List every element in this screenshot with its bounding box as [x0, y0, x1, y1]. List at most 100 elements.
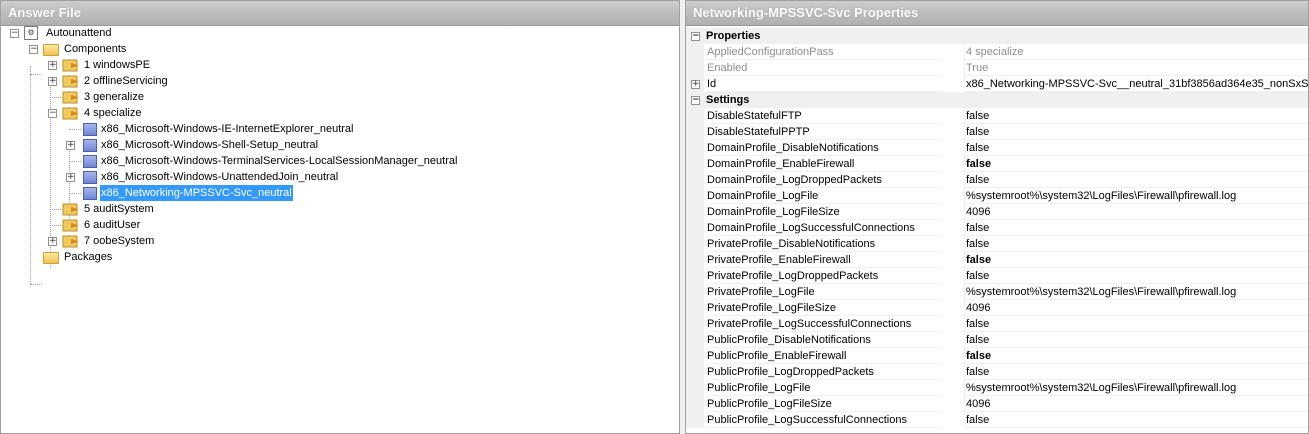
property-value[interactable]: false	[964, 172, 1308, 188]
row-gutter	[686, 396, 704, 412]
property-value[interactable]: x86_Networking-MPSSVC-Svc__neutral_31bf3…	[964, 76, 1308, 92]
tree-node-root[interactable]: − ⚙ Autounattend	[1, 25, 201, 41]
property-name: DomainProfile_DisableNotifications	[706, 140, 943, 156]
collapse-icon[interactable]: −	[691, 96, 700, 105]
property-row[interactable]: DisableStatefulPPTP false	[686, 124, 1308, 140]
property-row[interactable]: DomainProfile_DisableNotifications false	[686, 140, 1308, 156]
property-value[interactable]: false	[964, 236, 1308, 252]
tree-node-pass[interactable]: + 1 windowsPE	[1, 57, 251, 73]
category-label: Settings	[706, 94, 750, 106]
property-row[interactable]: AppliedConfigurationPass 4 specialize	[686, 44, 1308, 60]
row-gutter	[686, 316, 704, 332]
property-row[interactable]: PrivateProfile_DisableNotifications false	[686, 236, 1308, 252]
property-value[interactable]: false	[964, 316, 1308, 332]
tree-connector	[50, 97, 61, 98]
property-value[interactable]: %systemroot%\system32\LogFiles\Firewall\…	[964, 188, 1308, 204]
property-row[interactable]: PublicProfile_LogDroppedPackets false	[686, 364, 1308, 380]
property-value[interactable]: false	[964, 364, 1308, 380]
property-value[interactable]: 4096	[964, 300, 1308, 316]
component-icon	[83, 187, 97, 200]
tree-node-component[interactable]: + x86_Microsoft-Windows-UnattendedJoin_n…	[1, 169, 401, 185]
tree-node-label: 5 auditSystem	[84, 203, 154, 215]
properties-header: Networking-MPSSVC-Svc Properties	[686, 1, 1308, 26]
property-value[interactable]: false	[964, 412, 1308, 428]
property-value[interactable]: false	[964, 268, 1308, 284]
tree-node-packages[interactable]: Packages	[1, 249, 201, 265]
tree-connector	[30, 284, 42, 285]
tree-connector	[50, 225, 61, 226]
property-value[interactable]: false	[964, 156, 1308, 172]
tree-node-pass[interactable]: 5 auditSystem	[1, 201, 251, 217]
property-value[interactable]: 4096	[964, 396, 1308, 412]
tree-node-pass[interactable]: − 4 specialize	[1, 105, 251, 121]
property-row[interactable]: PrivateProfile_LogDroppedPackets false	[686, 268, 1308, 284]
answer-file-pane: Answer File − ⚙ Autounattend − Component…	[0, 0, 680, 434]
expand-icon[interactable]: +	[48, 61, 57, 70]
property-row[interactable]: DomainProfile_LogFile %systemroot%\system…	[686, 188, 1308, 204]
tree-node-label: x86_Microsoft-Windows-Shell-Setup_neutra…	[101, 139, 319, 151]
expand-icon[interactable]: +	[691, 80, 700, 89]
property-row[interactable]: PublicProfile_LogSuccessfulConnections fa…	[686, 412, 1308, 428]
row-gutter	[686, 364, 704, 380]
tree-node-component-selected[interactable]: x86_Networking-MPSSVC-Svc_neutral	[1, 185, 401, 201]
property-row[interactable]: DomainProfile_EnableFirewall false	[686, 156, 1308, 172]
property-row[interactable]: PrivateProfile_LogFileSize 4096	[686, 300, 1308, 316]
property-name: PrivateProfile_LogDroppedPackets	[706, 268, 943, 284]
property-row[interactable]: PrivateProfile_LogSuccessfulConnections f…	[686, 316, 1308, 332]
tree-node-label: x86_Networking-MPSSVC-Svc_neutral	[100, 185, 293, 201]
property-row[interactable]: PublicProfile_DisableNotifications false	[686, 332, 1308, 348]
property-value[interactable]: false	[964, 332, 1308, 348]
collapse-icon[interactable]: −	[29, 45, 38, 54]
property-value[interactable]: false	[964, 140, 1308, 156]
tree-node-components[interactable]: − Components	[1, 41, 201, 57]
row-gutter	[686, 140, 704, 156]
property-row[interactable]: PublicProfile_EnableFirewall false	[686, 348, 1308, 364]
tree-node-pass[interactable]: + 2 offlineServicing	[1, 73, 251, 89]
tree-node-component[interactable]: x86_Microsoft-Windows-TerminalServices-L…	[1, 153, 461, 169]
tree-node-pass[interactable]: 6 auditUser	[1, 217, 251, 233]
property-name: DomainProfile_LogFileSize	[706, 204, 943, 220]
collapse-icon[interactable]: −	[691, 32, 700, 41]
collapse-icon[interactable]: −	[10, 29, 19, 38]
row-gutter	[686, 60, 704, 76]
property-row[interactable]: DomainProfile_LogSuccessfulConnections fa…	[686, 220, 1308, 236]
tree-node-component[interactable]: + x86_Microsoft-Windows-Shell-Setup_neut…	[1, 137, 401, 153]
expand-icon[interactable]: +	[48, 77, 57, 86]
property-value[interactable]: %systemroot%\system32\LogFiles\Firewall\…	[964, 380, 1308, 396]
property-name: Id	[706, 76, 943, 92]
tree-node-label: 1 windowsPE	[84, 59, 151, 71]
config-pass-icon	[62, 107, 79, 120]
tree-node-pass[interactable]: 3 generalize	[1, 89, 251, 105]
property-value[interactable]: false	[964, 220, 1308, 236]
tree-node-label: 6 auditUser	[84, 219, 141, 231]
property-row[interactable]: PublicProfile_LogFile %systemroot%\system…	[686, 380, 1308, 396]
category-settings[interactable]: − Settings	[686, 92, 1308, 108]
property-value[interactable]: false	[964, 348, 1308, 364]
property-value[interactable]: false	[964, 252, 1308, 268]
expand-icon[interactable]: +	[66, 173, 75, 182]
answer-file-header: Answer File	[1, 1, 679, 26]
property-name: DomainProfile_EnableFirewall	[706, 156, 943, 172]
property-row[interactable]: DomainProfile_LogDroppedPackets false	[686, 172, 1308, 188]
expand-icon[interactable]: +	[66, 141, 75, 150]
row-gutter	[686, 380, 704, 396]
category-properties[interactable]: − Properties	[686, 28, 1308, 44]
row-gutter	[686, 108, 704, 124]
tree-node-component[interactable]: x86_Microsoft-Windows-IE-InternetExplore…	[1, 121, 401, 137]
property-value[interactable]: false	[964, 124, 1308, 140]
collapse-icon[interactable]: −	[48, 109, 57, 118]
property-row[interactable]: DisableStatefulFTP false	[686, 108, 1308, 124]
property-row[interactable]: PrivateProfile_EnableFirewall false	[686, 252, 1308, 268]
tree-node-pass[interactable]: + 7 oobeSystem	[1, 233, 251, 249]
property-row[interactable]: DomainProfile_LogFileSize 4096	[686, 204, 1308, 220]
property-value[interactable]: 4096	[964, 204, 1308, 220]
tree-node-label: 7 oobeSystem	[84, 235, 155, 247]
property-value[interactable]: false	[964, 108, 1308, 124]
row-gutter	[686, 348, 704, 364]
property-row[interactable]: Enabled True	[686, 60, 1308, 76]
property-value[interactable]: %systemroot%\system32\LogFiles\Firewall\…	[964, 284, 1308, 300]
property-row[interactable]: PrivateProfile_LogFile %systemroot%\syste…	[686, 284, 1308, 300]
property-row[interactable]: PublicProfile_LogFileSize 4096	[686, 396, 1308, 412]
property-row[interactable]: + Id x86_Networking-MPSSVC-Svc__neutral_…	[686, 76, 1308, 92]
expand-icon[interactable]: +	[48, 237, 57, 246]
